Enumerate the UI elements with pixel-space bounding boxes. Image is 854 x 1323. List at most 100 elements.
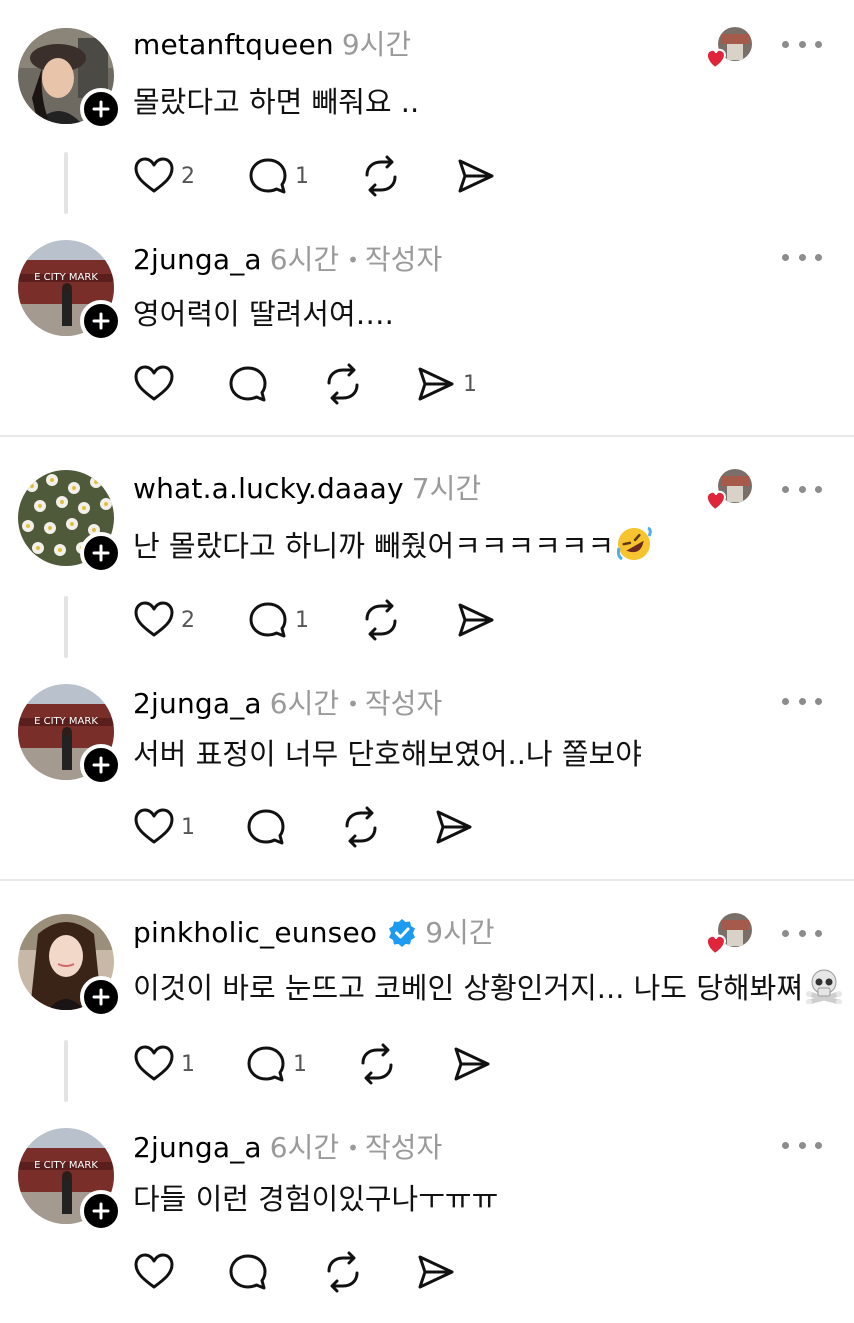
- reply-count: 1: [295, 163, 309, 189]
- share-button[interactable]: [455, 598, 503, 642]
- heart-icon: [134, 808, 174, 844]
- share-button[interactable]: [455, 154, 503, 198]
- follow-plus-icon[interactable]: [80, 88, 122, 130]
- reply-button[interactable]: 1: [245, 1042, 307, 1086]
- username[interactable]: metanftqueen: [133, 28, 334, 62]
- username[interactable]: 2junga_a: [133, 687, 262, 721]
- reply-button[interactable]: [227, 1250, 275, 1294]
- reply-post: E CITY MARK 2junga_a 6시간 • 작성자 영어력이 딸려서여…: [0, 220, 854, 435]
- repost-icon: [327, 1251, 359, 1293]
- separator-dot: •: [347, 1136, 359, 1160]
- timestamp: 9시간: [425, 916, 495, 949]
- more-options-icon[interactable]: [782, 1137, 822, 1153]
- reply-post: pinkholic_eunseo 9시간 이것이 바로 눈뜨고 코베인 상황인거…: [0, 884, 854, 1104]
- send-icon: [458, 159, 494, 193]
- like-count: 2: [181, 607, 195, 633]
- like-button[interactable]: 1: [133, 1042, 195, 1086]
- post-text: 다들 이런 경험이있구나ㅜㅠㅠ: [133, 1182, 499, 1216]
- post-text: 이것이 바로 눈뜨고 코베인 상황인거지... 나도 당해봐쪄: [133, 968, 843, 1006]
- author-label: 작성자: [364, 687, 443, 720]
- verified-badge-icon: [387, 918, 417, 948]
- author-liked-icon: [705, 468, 755, 514]
- more-options-icon[interactable]: [782, 249, 822, 265]
- like-button[interactable]: [133, 362, 181, 406]
- share-button[interactable]: 1: [415, 362, 477, 406]
- reply-button[interactable]: 1: [247, 598, 309, 642]
- post-text-content: 난 몰랐다고 하니까 빼줬어ㅋㅋㅋㅋㅋㅋ: [133, 529, 615, 563]
- repost-button[interactable]: [355, 1042, 405, 1086]
- like-button[interactable]: 2: [133, 154, 195, 198]
- like-button[interactable]: [133, 1250, 181, 1294]
- repost-button[interactable]: [339, 805, 389, 849]
- repost-button[interactable]: [321, 1250, 371, 1294]
- reply-button[interactable]: 1: [247, 154, 309, 198]
- thread-line: [64, 596, 68, 658]
- reply-button[interactable]: [227, 362, 275, 406]
- more-options-icon[interactable]: [782, 481, 822, 497]
- more-options-icon[interactable]: [782, 36, 822, 52]
- like-button[interactable]: 2: [133, 598, 195, 642]
- more-options-icon[interactable]: [782, 925, 822, 941]
- repost-button[interactable]: [359, 154, 409, 198]
- timestamp: 6시간: [269, 1131, 340, 1164]
- username[interactable]: pinkholic_eunseo: [133, 916, 377, 950]
- timestamp: 7시간: [411, 472, 482, 505]
- reply-count: 1: [293, 1051, 307, 1077]
- repost-icon: [365, 155, 397, 197]
- post-text-content: 이것이 바로 눈뜨고 코베인 상황인거지... 나도 당해봐쪄: [133, 971, 803, 1005]
- reply-post: E CITY MARK 2junga_a 6시간 • 작성자 다들 이런 경험이…: [0, 1108, 854, 1323]
- username[interactable]: 2junga_a: [133, 1131, 262, 1165]
- thread-divider: [0, 435, 854, 437]
- repost-button[interactable]: [359, 598, 409, 642]
- heart-icon: [134, 1045, 174, 1081]
- svg-text:E CITY MARK: E CITY MARK: [34, 272, 98, 283]
- like-button[interactable]: 1: [133, 805, 195, 849]
- post-text: 서버 표정이 너무 단호해보였어..나 쫄보야: [133, 737, 642, 771]
- share-count: 1: [463, 371, 477, 397]
- like-count: 1: [181, 1051, 195, 1077]
- comment-icon: [249, 158, 287, 194]
- skull-crossbones-emoji: [805, 969, 842, 1004]
- heart-icon: [134, 365, 174, 401]
- follow-plus-icon[interactable]: [80, 976, 122, 1018]
- send-icon: [454, 1047, 490, 1081]
- separator-dot: •: [347, 248, 359, 272]
- share-button[interactable]: [433, 805, 481, 849]
- post-text: 영어력이 딸려서여….: [133, 297, 394, 331]
- share-button[interactable]: [451, 1042, 499, 1086]
- post-text: 몰랐다고 하면 빼줘요 ..: [133, 85, 420, 119]
- author-liked-icon: [705, 912, 755, 958]
- timestamp: 9시간: [341, 28, 412, 61]
- follow-plus-icon[interactable]: [80, 532, 122, 574]
- share-button[interactable]: [415, 1250, 463, 1294]
- author-label: 작성자: [364, 243, 443, 276]
- repost-icon: [365, 599, 397, 641]
- reply-button[interactable]: [245, 805, 293, 849]
- author-liked-icon: [705, 26, 755, 72]
- repost-button[interactable]: [321, 362, 371, 406]
- like-count: 2: [181, 163, 195, 189]
- comment-icon: [229, 366, 267, 402]
- repost-icon: [327, 363, 359, 405]
- svg-text:E CITY MARK: E CITY MARK: [34, 716, 98, 727]
- send-icon: [458, 603, 494, 637]
- follow-plus-icon[interactable]: [80, 1190, 122, 1232]
- thread-line: [64, 152, 68, 214]
- send-icon: [418, 1255, 454, 1289]
- heart-icon: [134, 601, 174, 637]
- username[interactable]: what.a.lucky.daaay: [133, 472, 404, 506]
- like-count: 1: [181, 814, 195, 840]
- follow-plus-icon[interactable]: [80, 744, 122, 786]
- follow-plus-icon[interactable]: [80, 300, 122, 342]
- comment-icon: [249, 602, 287, 638]
- comment-icon: [229, 1254, 267, 1290]
- reply-post: E CITY MARK 2junga_a 6시간 • 작성자 서버 표정이 너무…: [0, 664, 854, 879]
- heart-icon: [134, 1253, 174, 1289]
- send-icon: [436, 810, 472, 844]
- svg-text:E CITY MARK: E CITY MARK: [34, 1160, 98, 1171]
- username[interactable]: 2junga_a: [133, 243, 262, 277]
- post-text: 난 몰랐다고 하니까 빼줬어ㅋㅋㅋㅋㅋㅋ: [133, 526, 652, 564]
- reply-post: what.a.lucky.daaay 7시간 난 몰랐다고 하니까 빼줬어ㅋㅋㅋ…: [0, 440, 854, 660]
- more-options-icon[interactable]: [782, 693, 822, 709]
- thread-divider: [0, 879, 854, 881]
